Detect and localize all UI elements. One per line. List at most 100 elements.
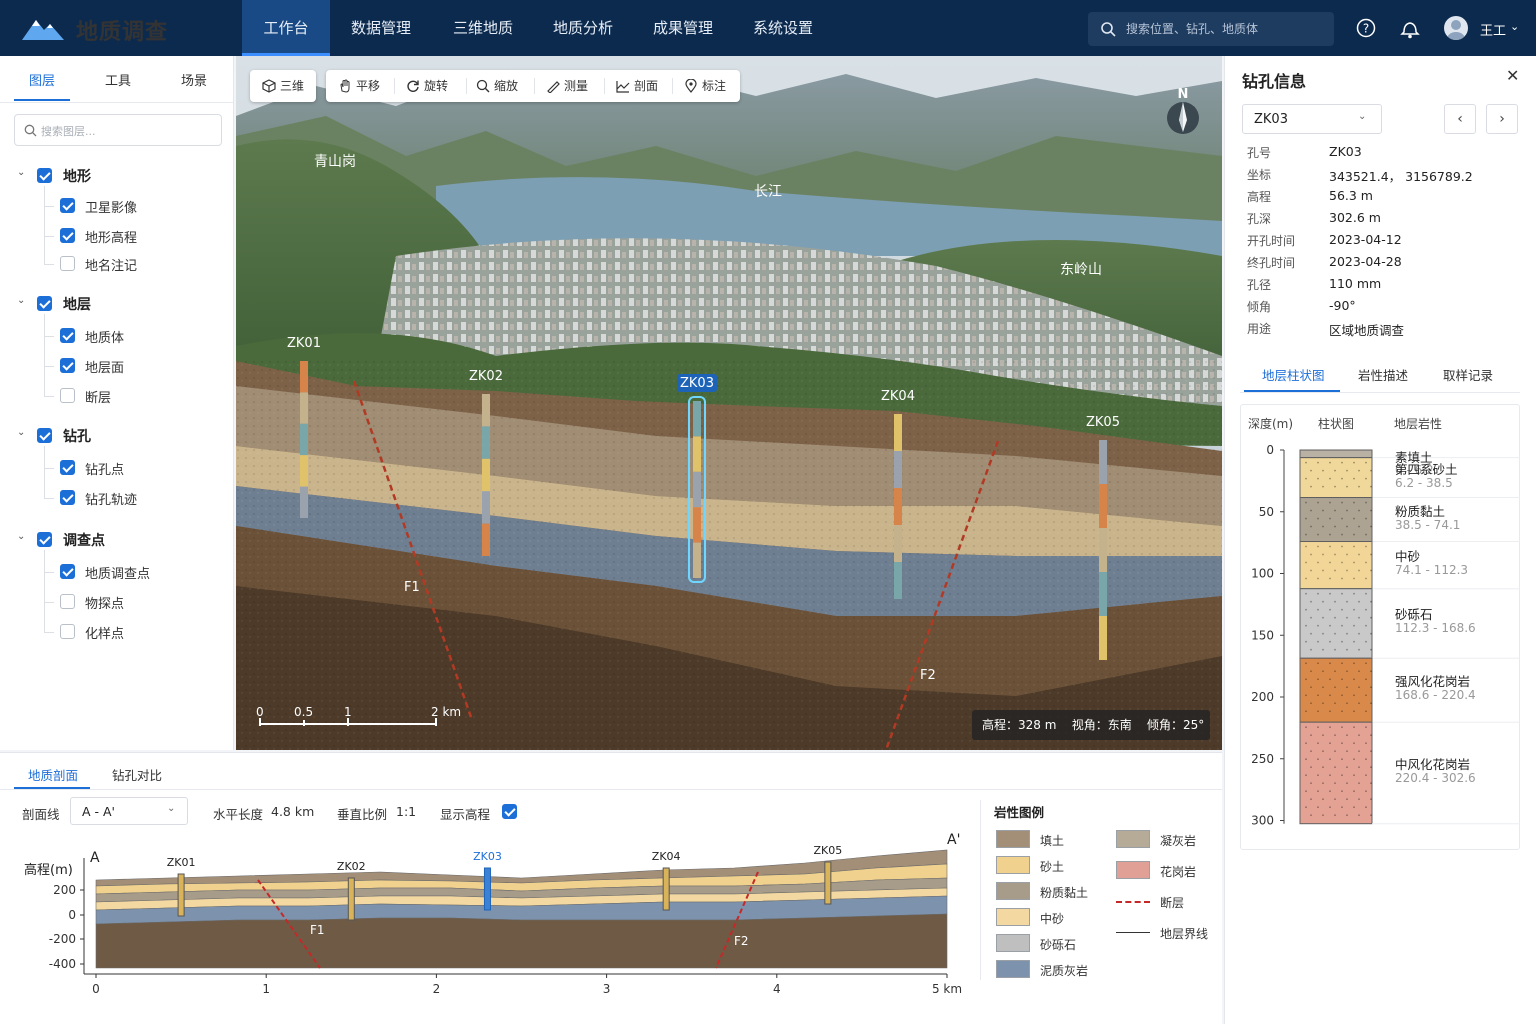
texture-dot [1370,485,1372,488]
compass-icon[interactable]: N [1166,86,1200,136]
texture-dot [1358,616,1360,619]
tool-zoom[interactable]: 缩放 [472,70,518,102]
texture-dot [1365,758,1367,761]
texture-dot [1346,485,1348,488]
help-icon[interactable]: ? [1356,18,1376,38]
search-input[interactable] [1126,18,1326,40]
tab-borehole-compare[interactable]: 钻孔对比 [112,765,162,784]
tool-section[interactable]: 剖面 [612,70,658,102]
legend-label: 花岗岩 [1160,865,1197,879]
tab-underline [14,99,70,101]
texture-dot [1341,790,1343,793]
texture-dot [1365,662,1367,665]
chevron-down-icon[interactable]: ⌄ [1358,111,1366,122]
layer-group-checkbox[interactable] [37,428,52,443]
tab-geo-section[interactable]: 地质剖面 [28,765,78,784]
nav-item-analysis[interactable]: 地质分析 [538,0,628,56]
layer-checkbox[interactable] [60,490,75,505]
tab-tools[interactable]: 工具 [88,70,148,89]
tree-line [44,236,54,237]
global-search[interactable] [1088,12,1334,46]
x-tick-label: 5 km [932,982,962,996]
chevron-down-icon[interactable]: ⌄ [17,531,25,542]
bell-icon[interactable] [1400,17,1420,39]
tool-annotate[interactable]: 标注 [680,70,726,102]
depth-tick-label: 200 [1251,690,1274,704]
texture-dot [1341,710,1343,713]
layer-search-input[interactable] [41,122,211,140]
3d-map-view[interactable]: ZK01 ZK02 ZK03 ZK04 ZK05 青山岗 长江 东岭山 F1 F2 0 0.5 … [236,56,1222,750]
texture-dot [1317,533,1319,536]
nav-item-results[interactable]: 成果管理 [638,0,728,56]
texture-dot [1329,501,1331,504]
layer-checkbox[interactable] [60,564,75,579]
legend-swatch [1116,861,1150,879]
tool-pan[interactable]: 平移 [334,70,380,102]
user-name[interactable]: 王工 [1480,20,1506,39]
nav-item-3d[interactable]: 三维地质 [438,0,528,56]
texture-dot [1305,758,1307,761]
view-direction-readout: 东南 [1107,718,1132,732]
texture-dot [1322,616,1324,619]
column-header-depth: 深度(m) [1248,417,1294,431]
view-mode-button[interactable]: 三维 [250,70,316,102]
legend-label: 粉质黏土 [1040,886,1089,900]
texture-dot [1346,569,1348,572]
chevron-down-icon[interactable]: ⌄ [17,427,25,438]
layer-checkbox[interactable] [60,624,75,639]
texture-dot [1365,561,1367,564]
layer-checkbox[interactable] [60,358,75,373]
divider [394,78,395,94]
prev-borehole-button[interactable]: ‹ [1444,104,1476,134]
texture-dot [1346,750,1348,753]
tab-layers[interactable]: 图层 [12,70,72,89]
layer-search-field[interactable] [14,114,222,146]
next-borehole-button[interactable]: › [1486,104,1518,134]
layer-checkbox[interactable] [60,388,75,403]
nav-item-settings[interactable]: 系统设置 [738,0,828,56]
section-line-select[interactable]: A - A' ⌄ [70,797,188,825]
layer-item-label: 断层 [85,391,112,406]
tab-lithology[interactable]: 岩性描述 [1358,365,1408,384]
tab-scene[interactable]: 场景 [164,70,224,89]
chevron-down-icon[interactable]: ⌄ [1510,20,1519,33]
layer-checkbox[interactable] [60,594,75,609]
app-title: 地质调查 [76,20,169,45]
texture-dot [1353,694,1355,697]
layer-checkbox[interactable] [60,198,75,213]
chevron-down-icon[interactable]: ⌄ [17,295,25,306]
chevron-down-icon[interactable]: ⌄ [17,167,25,178]
texture-dot [1334,525,1336,528]
layer-checkbox[interactable] [60,328,75,343]
tool-rotate[interactable]: 旋转 [402,70,448,102]
layer-checkbox[interactable] [60,256,75,271]
show-elev-checkbox[interactable] [502,804,517,819]
texture-dot [1353,501,1355,504]
tab-samples[interactable]: 取样记录 [1443,365,1493,384]
texture-dot [1346,616,1348,619]
layer-group-label: 钻孔 [63,429,91,445]
tab-strat-column[interactable]: 地层柱状图 [1262,365,1325,384]
texture-dot [1334,814,1336,817]
texture-dot [1365,517,1367,520]
section-end-label: A' [947,832,960,848]
layer-group-checkbox[interactable] [37,296,52,311]
attr-value: 2023-04-28 [1329,254,1402,269]
avatar[interactable] [1444,16,1468,40]
layer-group-checkbox[interactable] [37,168,52,183]
layer-checkbox[interactable] [60,460,75,475]
section-borehole [824,861,832,905]
texture-dot [1365,806,1367,809]
layer-item-label: 地质调查点 [85,567,151,582]
texture-dot [1305,694,1307,697]
divider [1240,392,1520,393]
layer-group-checkbox[interactable] [37,532,52,547]
legend-label: 砂土 [1040,860,1065,874]
close-icon[interactable]: ✕ [1506,66,1519,85]
nav-item-workbench[interactable]: 工作台 [242,0,330,56]
tilt-readout: 25° [1183,718,1205,732]
tool-measure[interactable]: 测量 [542,70,588,102]
nav-item-data[interactable]: 数据管理 [336,0,426,56]
terrain-scene[interactable]: ZK01ZK02 ZK03ZK04ZK05 青山岗长江东岭山F1F2 0 0.5 … [236,56,1222,750]
layer-checkbox[interactable] [60,228,75,243]
